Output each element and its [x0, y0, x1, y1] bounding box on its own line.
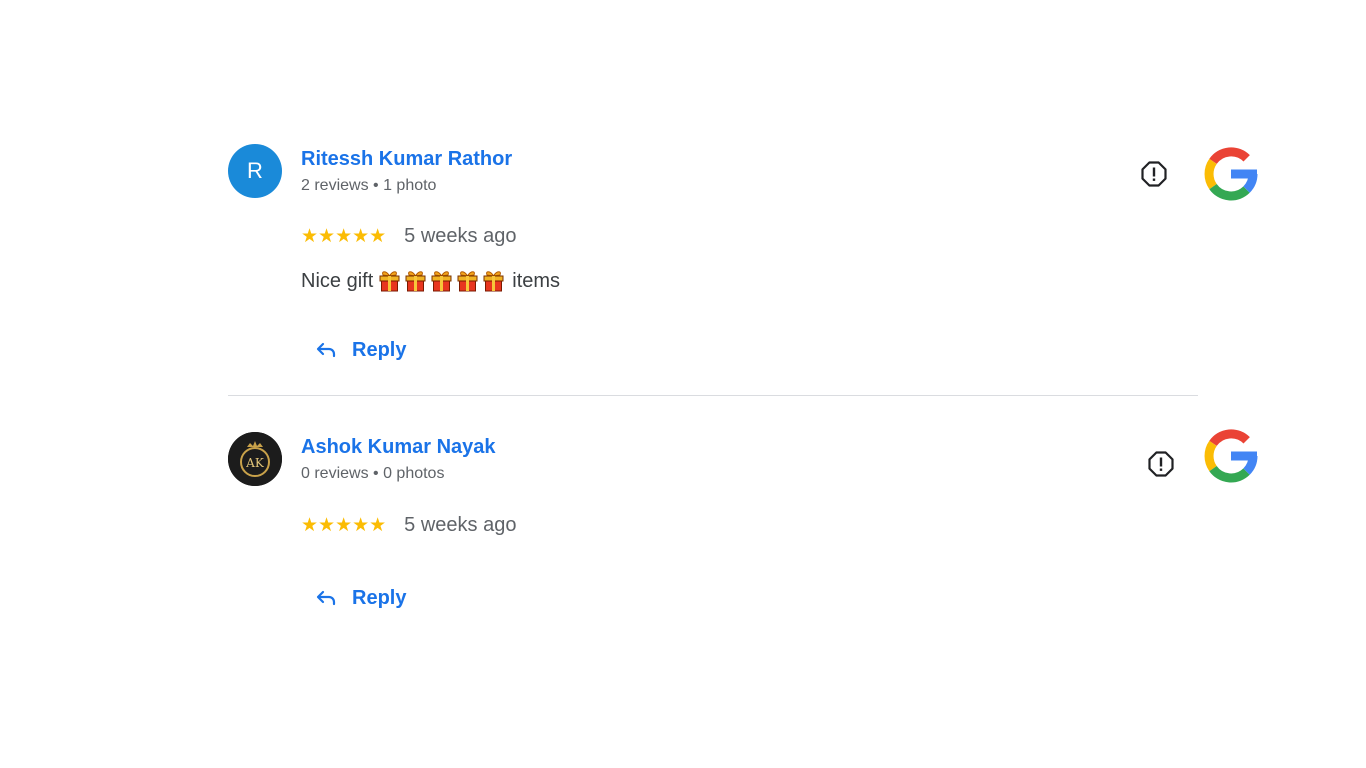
review-text-end: items	[512, 269, 561, 292]
rating-row: ★★★★★ 5 weeks ago	[301, 222, 516, 250]
google-logo-icon	[1203, 428, 1259, 484]
google-logo-icon	[1203, 146, 1259, 202]
star-rating: ★★★★★	[301, 514, 387, 536]
reply-label: Reply	[352, 586, 407, 609]
reply-arrow-icon	[316, 342, 336, 358]
avatar[interactable]: R	[228, 144, 282, 198]
review-timestamp: 5 weeks ago	[404, 513, 517, 536]
author-meta: 0 reviews • 0 photos	[301, 465, 445, 482]
author-name[interactable]: Ashok Kumar Nayak	[301, 436, 496, 459]
review-timestamp: 5 weeks ago	[404, 224, 517, 247]
report-icon[interactable]	[1140, 160, 1168, 188]
gift-icon	[483, 271, 504, 292]
rating-row: ★★★★★ 5 weeks ago	[301, 511, 516, 539]
review-text-start: Nice gift	[301, 269, 374, 292]
author-meta: 2 reviews • 1 photo	[301, 177, 437, 194]
gift-icon	[431, 271, 452, 292]
reply-label: Reply	[352, 338, 407, 361]
reply-button[interactable]: Reply	[314, 582, 406, 614]
gift-icon	[379, 271, 400, 292]
reply-arrow-icon	[316, 590, 336, 606]
review-divider	[228, 395, 1198, 396]
report-icon[interactable]	[1147, 450, 1175, 478]
gift-icon	[405, 271, 426, 292]
reply-button[interactable]: Reply	[314, 334, 406, 366]
gift-emoji-row	[379, 270, 504, 292]
author-name[interactable]: Ritessh Kumar Rathor	[301, 148, 512, 171]
star-rating: ★★★★★	[301, 225, 387, 247]
avatar[interactable]: AK	[228, 432, 282, 486]
avatar-monogram: AK	[245, 456, 265, 470]
review-text: Nice gift items	[301, 266, 560, 296]
gift-icon	[457, 271, 478, 292]
